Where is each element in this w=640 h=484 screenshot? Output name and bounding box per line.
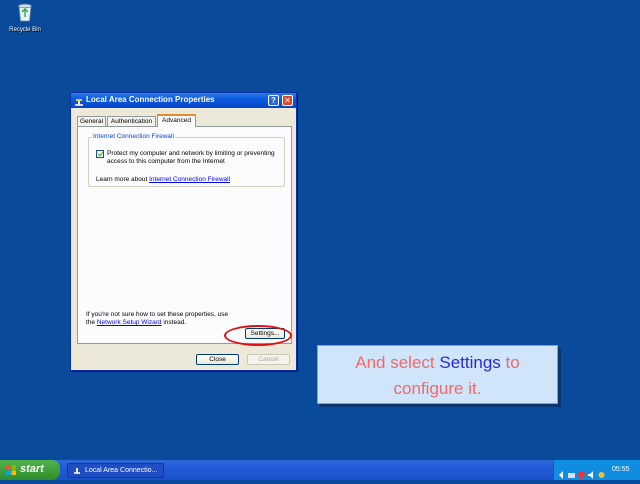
help-button[interactable]: ? — [268, 95, 279, 106]
title-bar[interactable]: Local Area Connection Properties ? ✕ — [71, 93, 296, 108]
close-window-button[interactable]: ✕ — [282, 95, 293, 106]
cancel-button[interactable]: Cancel — [247, 354, 290, 365]
tab-authentication[interactable]: Authentication — [107, 116, 156, 126]
tab-general[interactable]: General — [77, 116, 106, 126]
tray-network-icon[interactable] — [568, 466, 575, 478]
tab-advanced[interactable]: Advanced — [157, 114, 196, 127]
close-icon: ✕ — [284, 96, 291, 105]
tray-volume-icon[interactable] — [588, 466, 595, 479]
caption-part1: And select — [355, 353, 435, 372]
help-icon: ? — [271, 96, 276, 105]
task-label: Local Area Connectio... — [85, 467, 158, 474]
dialog-title: Local Area Connection Properties — [86, 95, 215, 104]
advanced-panel: Internet Connection Firewall Protect my … — [77, 126, 292, 344]
setup-info-text: If you're not sure how to set these prop… — [86, 311, 236, 327]
windows-flag-icon — [6, 465, 16, 475]
network-connection-icon — [74, 95, 84, 106]
firewall-checkbox-label[interactable]: Protect my computer and network by limit… — [107, 150, 282, 166]
learn-more-text: Learn more about Internet Connection Fir… — [96, 176, 230, 183]
close-button[interactable]: Close — [196, 354, 239, 365]
network-connection-icon — [73, 467, 81, 475]
group-title: Internet Connection Firewall — [92, 133, 175, 140]
taskbar-clock: 05:55 — [612, 466, 630, 473]
caption-highlight: Settings — [439, 353, 501, 372]
system-tray: 05:55 — [553, 460, 640, 480]
learn-more-prefix: Learn more about — [96, 176, 148, 183]
settings-highlight-ring — [224, 325, 292, 346]
firewall-checkbox[interactable] — [96, 150, 104, 158]
firewall-help-link[interactable]: Internet Connection Firewall — [149, 176, 230, 183]
recycle-bin-desktop-icon[interactable]: Recycle Bin — [4, 2, 46, 34]
start-label: start — [20, 463, 44, 475]
recycle-bin-label: Recycle Bin — [9, 27, 41, 33]
start-button[interactable]: start — [0, 460, 60, 480]
tray-messenger-icon[interactable] — [598, 466, 605, 478]
tray-shield-icon[interactable] — [578, 466, 585, 479]
taskbar: start Local Area Connectio... 05:55 — [0, 460, 640, 480]
recycle-bin-icon — [16, 2, 34, 22]
taskbar-item-local-area-connection[interactable]: Local Area Connectio... — [67, 463, 164, 478]
network-setup-wizard-link[interactable]: Network Setup Wizard — [97, 319, 162, 326]
firewall-group: Internet Connection Firewall Protect my … — [88, 133, 285, 187]
tray-arrow-icon[interactable] — [558, 466, 565, 479]
info-suffix: instead. — [163, 319, 187, 326]
tutorial-caption: And select Settings to configure it. — [317, 345, 558, 404]
